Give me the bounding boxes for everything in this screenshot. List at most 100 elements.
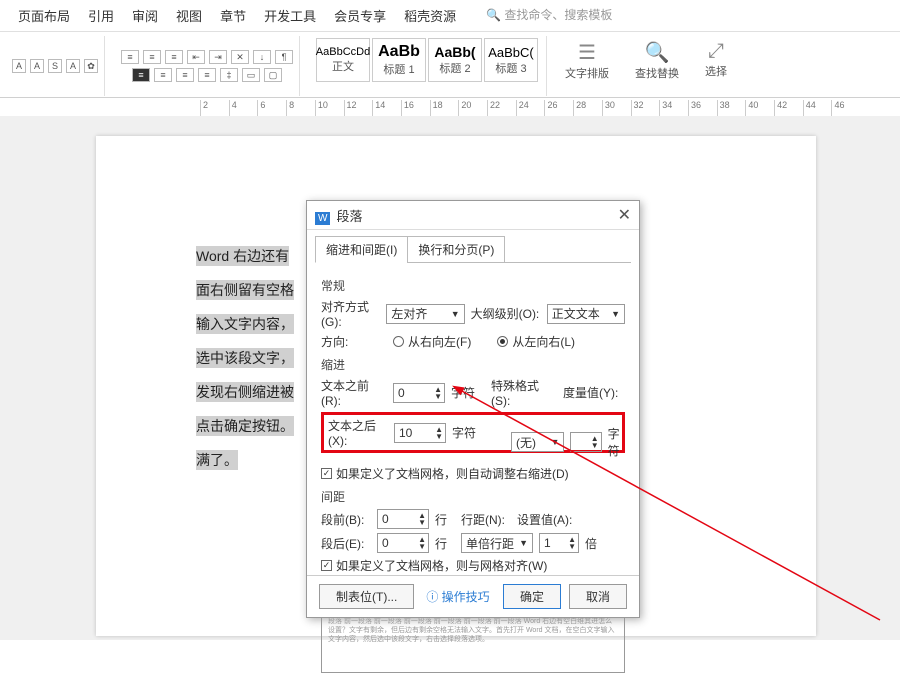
- align-right-btn[interactable]: ≡: [176, 68, 194, 82]
- menu-item[interactable]: 稻壳资源: [404, 6, 456, 25]
- line-spacing-btn[interactable]: ‡: [220, 68, 238, 82]
- document-text[interactable]: 面右侧留有空格: [196, 280, 294, 300]
- tips-link[interactable]: ⓘ 操作技巧: [426, 588, 489, 605]
- menu-item[interactable]: 页面布局: [18, 6, 70, 25]
- ribbon: A A S A ✿ ≡ ≡ ≡ ⇤ ⇥ ✕ ↓ ¶ ≡ ≡ ≡ ≡ ‡ ▭ ▢ …: [0, 32, 900, 98]
- align-left-btn[interactable]: ≡: [132, 68, 150, 82]
- unit-label: 字符: [451, 384, 475, 401]
- linespacing-combo[interactable]: 单倍行距▼: [461, 533, 533, 553]
- align-justify-btn[interactable]: ≡: [198, 68, 216, 82]
- align-center-btn[interactable]: ≡: [154, 68, 172, 82]
- app-icon: W: [315, 212, 330, 225]
- tabstops-button[interactable]: 制表位(T)...: [319, 584, 414, 609]
- align-combo[interactable]: 左对齐▼: [386, 304, 464, 324]
- space-after-label: 段后(E):: [321, 535, 371, 552]
- menu-item[interactable]: 引用: [88, 6, 114, 25]
- style-tile[interactable]: AaBb(标题 2: [428, 38, 482, 82]
- font-group: A A S A ✿: [6, 36, 105, 96]
- space-before-spin[interactable]: 0▲▼: [377, 509, 429, 529]
- setvalue-spin[interactable]: 1▲▼: [539, 533, 579, 553]
- indent-after-label: 文本之后(X):: [328, 417, 388, 448]
- strike-btn[interactable]: S: [48, 59, 62, 73]
- list-btn[interactable]: ≡: [165, 50, 183, 64]
- style-tile[interactable]: AaBbC(标题 3: [484, 38, 538, 82]
- chevron-down-icon: ▼: [551, 437, 560, 447]
- menu-item[interactable]: 视图: [176, 6, 202, 25]
- document-text[interactable]: Word 右边还有: [196, 246, 289, 266]
- border-btn[interactable]: ▢: [264, 68, 282, 82]
- style-tile[interactable]: AaBb标题 1: [372, 38, 426, 82]
- indent-before-spin[interactable]: 0▲▼: [393, 383, 445, 403]
- chevron-down-icon: ▼: [611, 309, 620, 319]
- document-text[interactable]: 点击确定按钮。: [196, 416, 294, 436]
- tab-indent-spacing[interactable]: 缩进和间距(I): [315, 236, 408, 263]
- menu-item[interactable]: 会员专享: [334, 6, 386, 25]
- misc-btn[interactable]: ✕: [231, 50, 249, 64]
- text-layout-icon: ☰: [578, 40, 596, 65]
- font-color-btn[interactable]: A: [12, 59, 26, 73]
- menu-item[interactable]: 章节: [220, 6, 246, 25]
- misc-btn[interactable]: ✿: [84, 59, 98, 73]
- menu-bar: 页面布局 引用 审阅 视图 章节 开发工具 会员专享 稻壳资源 🔍 查找命令、搜…: [0, 0, 900, 32]
- space-after-spin[interactable]: 0▲▼: [377, 533, 429, 553]
- search-placeholder[interactable]: 🔍 查找命令、搜索模板: [486, 6, 612, 25]
- unit-label: 字符: [608, 425, 625, 459]
- document-text[interactable]: 输入文字内容，: [196, 314, 294, 334]
- sub-btn[interactable]: A: [66, 59, 80, 73]
- grid-align-check[interactable]: ✓如果定义了文档网格，则与网格对齐(W): [321, 557, 625, 574]
- section-indent: 缩进: [321, 356, 625, 373]
- cancel-button[interactable]: 取消: [569, 584, 627, 609]
- align-label: 对齐方式(G):: [321, 298, 380, 329]
- measure-label: 度量值(Y):: [563, 384, 623, 401]
- paragraph-group: ≡ ≡ ≡ ⇤ ⇥ ✕ ↓ ¶ ≡ ≡ ≡ ≡ ‡ ▭ ▢: [115, 36, 300, 96]
- shading-btn[interactable]: ▭: [242, 68, 260, 82]
- unit-label: 字符: [452, 424, 476, 441]
- indent-btn[interactable]: ⇤: [187, 50, 205, 64]
- list-btn[interactable]: ≡: [143, 50, 161, 64]
- indent-btn[interactable]: ⇥: [209, 50, 227, 64]
- dir-rtl-radio[interactable]: 从右向左(F): [393, 333, 471, 350]
- measure-spin[interactable]: ▲▼: [570, 432, 601, 452]
- menu-item[interactable]: 开发工具: [264, 6, 316, 25]
- indent-before-label: 文本之前(R):: [321, 377, 387, 408]
- unit-label: 倍: [585, 535, 597, 552]
- unit-label: 行: [435, 511, 447, 528]
- unit-label: 行: [435, 535, 447, 552]
- special-label: 特殊格式(S):: [491, 377, 557, 408]
- auto-indent-check[interactable]: ✓如果定义了文档网格，则自动调整右缩进(D): [321, 465, 625, 482]
- outline-combo[interactable]: 正文文本▼: [547, 304, 625, 324]
- section-spacing: 间距: [321, 488, 625, 505]
- outline-label: 大纲级别(O):: [471, 305, 541, 322]
- font-color-btn[interactable]: A: [30, 59, 44, 73]
- ok-button[interactable]: 确定: [503, 584, 561, 609]
- indent-after-spin[interactable]: 10▲▼: [394, 423, 446, 443]
- dialog-title: 段落: [336, 209, 362, 224]
- text-layout-btn[interactable]: ☰文字排版: [557, 36, 617, 85]
- chevron-down-icon: ▼: [519, 538, 528, 548]
- paragraph-dialog: W 段落 ✕ 缩进和间距(I) 换行和分页(P) 常规 对齐方式(G): 左对齐▼…: [306, 200, 640, 618]
- pilcrow-btn[interactable]: ¶: [275, 50, 293, 64]
- section-general: 常规: [321, 277, 625, 294]
- space-before-label: 段前(B):: [321, 511, 371, 528]
- close-button[interactable]: ✕: [618, 205, 631, 225]
- search-icon: 🔍: [645, 40, 670, 65]
- menu-item[interactable]: 审阅: [132, 6, 158, 25]
- style-tile[interactable]: AaBbCcDd正文: [316, 38, 370, 82]
- direction-label: 方向:: [321, 333, 387, 350]
- setvalue-label: 设置值(A):: [517, 511, 577, 528]
- document-text[interactable]: 满了。: [196, 450, 238, 470]
- linespacing-label: 行距(N):: [461, 511, 511, 528]
- special-combo[interactable]: (无)▼: [511, 432, 564, 452]
- document-text[interactable]: 选中该段文字，: [196, 348, 294, 368]
- sort-btn[interactable]: ↓: [253, 50, 271, 64]
- document-text[interactable]: 发现右侧缩进被: [196, 382, 294, 402]
- cursor-icon: ⤢: [708, 40, 724, 63]
- styles-group: AaBbCcDd正文 AaBb标题 1 AaBb(标题 2 AaBbC(标题 3: [310, 36, 547, 96]
- list-btn[interactable]: ≡: [121, 50, 139, 64]
- find-replace-btn[interactable]: 🔍查找替换: [627, 36, 687, 85]
- dialog-titlebar[interactable]: W 段落 ✕: [307, 201, 639, 230]
- chevron-down-icon: ▼: [451, 309, 460, 319]
- select-btn[interactable]: ⤢选择: [697, 36, 735, 83]
- tab-line-page-breaks[interactable]: 换行和分页(P): [407, 236, 505, 263]
- dir-ltr-radio[interactable]: 从左向右(L): [497, 333, 575, 350]
